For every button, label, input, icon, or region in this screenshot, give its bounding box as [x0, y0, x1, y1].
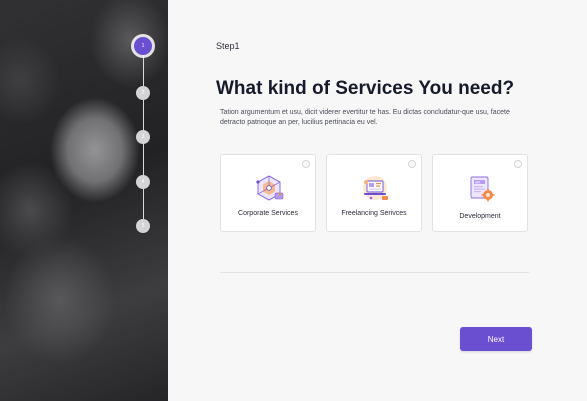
corporate-radio[interactable] — [302, 160, 310, 168]
freelance-icon — [363, 176, 388, 200]
divider — [220, 272, 529, 273]
step-indicator-1[interactable]: 1 — [134, 37, 152, 55]
development-radio[interactable] — [514, 160, 522, 168]
step-indicator-3[interactable]: 3 — [136, 130, 150, 144]
card-label: Corporate Services — [238, 210, 298, 217]
step-label: Step1 — [216, 41, 240, 51]
service-card-freelancing[interactable]: Freelancing Serivces — [326, 154, 422, 232]
page-title: What kind of Services You need? — [216, 78, 515, 99]
freelancing-radio[interactable] — [408, 160, 416, 168]
network-icon — [256, 175, 284, 201]
card-label: Development — [459, 213, 501, 220]
service-card-development[interactable]: API Development — [432, 154, 528, 232]
service-card-corporate[interactable]: Corporate Services — [220, 154, 316, 232]
step-indicator-5[interactable]: 5 — [136, 219, 150, 233]
step-indicator-2[interactable]: 2 — [136, 86, 150, 100]
api-gear-icon: API — [470, 176, 495, 202]
next-button[interactable]: Next — [460, 327, 532, 351]
svg-text:API: API — [475, 180, 480, 184]
step-indicator-4[interactable]: 4 — [136, 175, 150, 189]
page-description: Tation argumentum et usu, dicit viderer … — [220, 109, 510, 126]
card-label: Freelancing Serivces — [341, 210, 407, 217]
